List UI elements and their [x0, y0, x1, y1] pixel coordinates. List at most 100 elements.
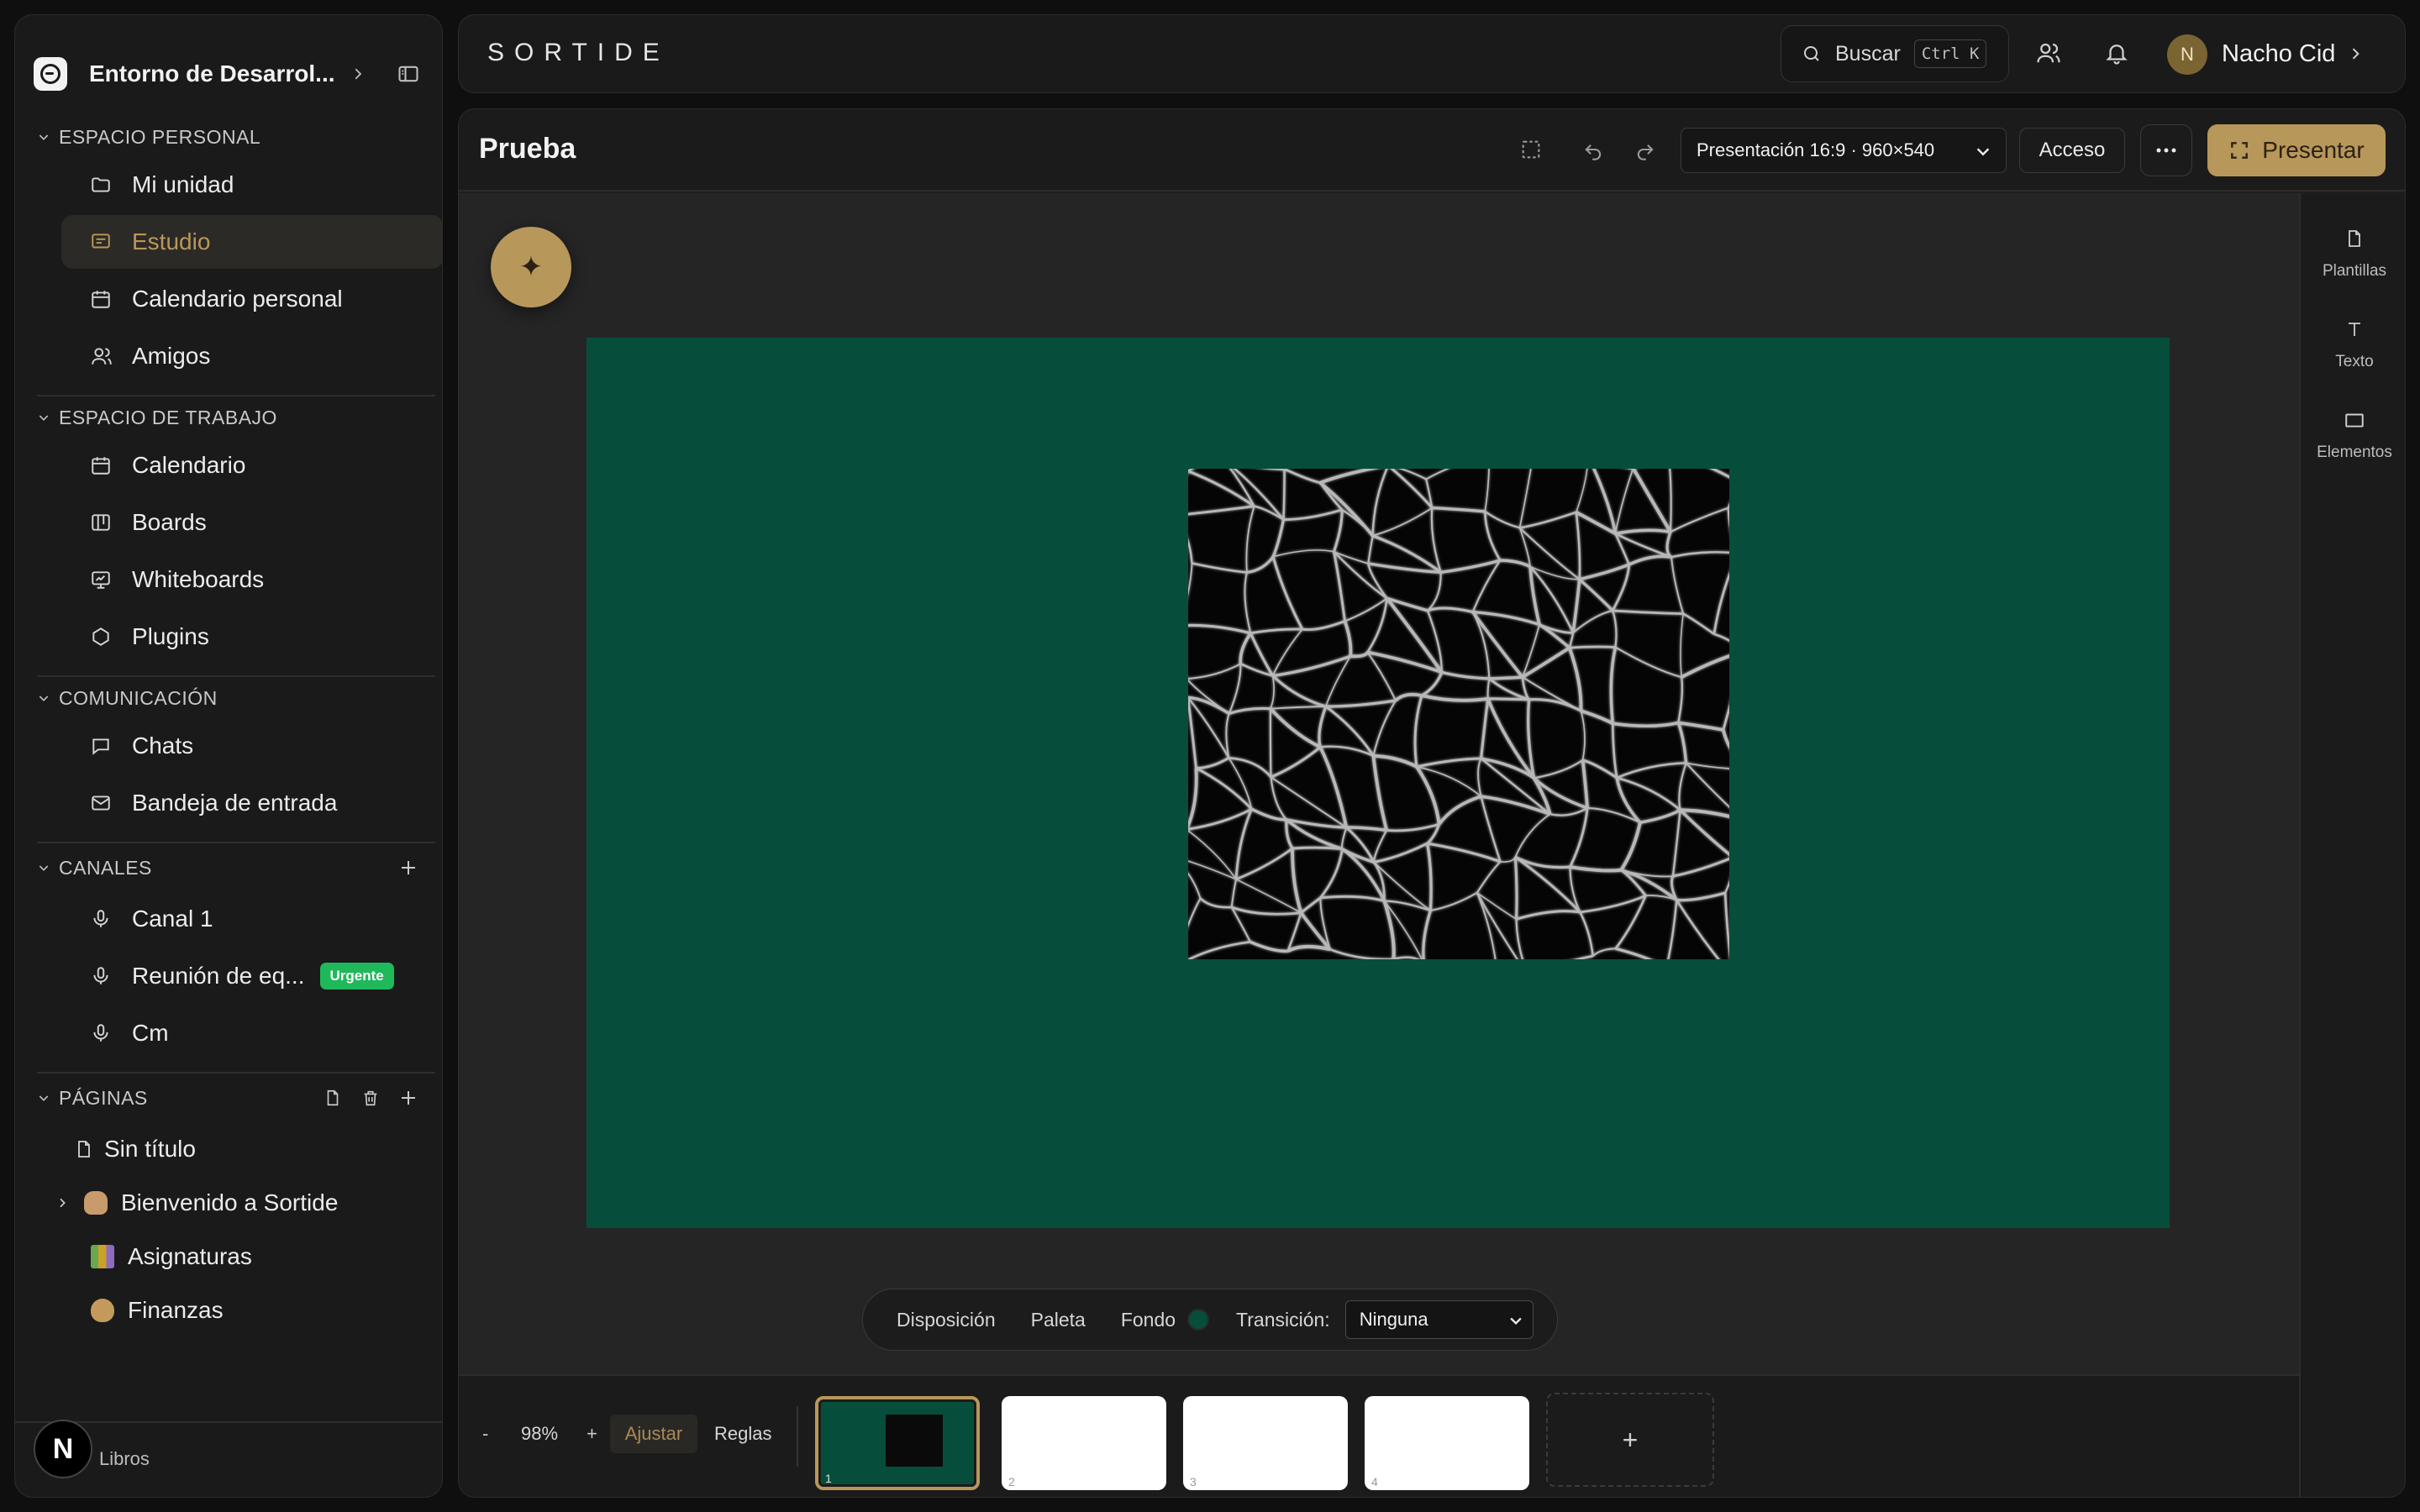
sidebar-item-calendario[interactable]: Calendario: [61, 438, 442, 492]
sidebar-item-chats[interactable]: Chats: [61, 719, 442, 773]
canvas-area[interactable]: ✦ Disposición Paleta Fondo Transición: N…: [459, 193, 2299, 1374]
present-button[interactable]: Presentar: [2207, 124, 2386, 176]
tool-label: Elementos: [2317, 444, 2392, 461]
palette-button[interactable]: Paleta: [1031, 1309, 1086, 1331]
users-icon[interactable]: [2036, 40, 2061, 66]
slide-image-water-caustics[interactable]: [1188, 469, 1729, 959]
sidebar-item-amigos[interactable]: Amigos: [61, 329, 442, 383]
divider: [797, 1406, 798, 1467]
rulers-button[interactable]: Reglas: [714, 1423, 771, 1445]
background-color-swatch[interactable]: [1187, 1309, 1210, 1331]
chevron-down-icon: [37, 130, 50, 144]
access-button[interactable]: Acceso: [2019, 128, 2125, 173]
section-title: ESPACIO PERSONAL: [59, 125, 261, 148]
page-item-sin-titulo[interactable]: Sin título: [74, 1124, 196, 1174]
sidebar-item-label: Calendario: [132, 452, 246, 478]
n-badge[interactable]: N: [34, 1420, 92, 1478]
slide-thumbnail[interactable]: 2: [1002, 1396, 1166, 1490]
sidebar-item-label: Boards: [132, 509, 207, 535]
slide-canvas[interactable]: [587, 338, 2170, 1228]
zoom-in-button[interactable]: +: [587, 1423, 597, 1445]
sidebar-item-estudio[interactable]: Estudio: [61, 215, 442, 269]
search-button[interactable]: Buscar Ctrl K: [1781, 25, 2009, 82]
document-title[interactable]: Prueba: [479, 133, 576, 165]
page-item-finanzas[interactable]: Finanzas: [91, 1285, 224, 1336]
footer-label[interactable]: Libros: [99, 1448, 150, 1470]
sidebar-item-reunion[interactable]: Reunión de eq... Urgente: [61, 949, 442, 1003]
chevron-down-icon: [37, 691, 50, 705]
add-channel-icon[interactable]: [397, 856, 420, 879]
sidebar-item-label: Calendario personal: [132, 286, 343, 312]
sidebar-item-calendario-personal[interactable]: Calendario personal: [61, 272, 442, 326]
layout-button[interactable]: Disposición: [897, 1309, 996, 1331]
workspace-header[interactable]: Entorno de Desarrol...: [34, 39, 424, 109]
fullscreen-icon: [2228, 139, 2250, 161]
chevron-right-icon[interactable]: [55, 1196, 69, 1210]
templates-tool[interactable]: Plantillas: [2301, 227, 2405, 281]
redo-icon[interactable]: [1634, 138, 1657, 161]
chevron-down-icon: [37, 1091, 50, 1105]
slide-thumbnail[interactable]: 3: [1183, 1396, 1348, 1490]
background-button[interactable]: Fondo: [1121, 1309, 1176, 1331]
undo-icon[interactable]: [1581, 138, 1605, 161]
brand-logo[interactable]: SORTIDE: [487, 39, 670, 67]
sidebar-item-boards[interactable]: Boards: [61, 496, 442, 549]
section-title: ESPACIO DE TRABAJO: [59, 406, 277, 428]
divider: [37, 842, 435, 843]
caustic-line: [1269, 708, 1272, 778]
slide-toolbar: Disposición Paleta Fondo Transición: Nin…: [862, 1289, 1558, 1351]
avatar[interactable]: N: [2167, 34, 2207, 75]
calendar-icon: [90, 454, 112, 476]
section-workspace[interactable]: ESPACIO DE TRABAJO: [37, 401, 277, 434]
select-area-icon[interactable]: [1519, 138, 1543, 161]
sidebar-item-mi-unidad[interactable]: Mi unidad: [61, 158, 442, 212]
slide-number: 3: [1190, 1475, 1197, 1488]
zoom-out-button[interactable]: -: [482, 1423, 488, 1445]
section-title: CANALES: [59, 856, 152, 879]
brand-text: SORTIDE: [487, 39, 670, 66]
elements-tool[interactable]: Elementos: [2301, 408, 2405, 462]
trash-icon[interactable]: [359, 1086, 382, 1110]
sidebar-collapse-icon[interactable]: [397, 62, 420, 86]
whiteboard-icon: [90, 569, 112, 591]
more-options-button[interactable]: [2140, 124, 2192, 176]
sidebar-item-label: Whiteboards: [132, 566, 265, 592]
sidebar-item-label: Bandeja de entrada: [132, 790, 338, 816]
text-tool[interactable]: Texto: [2301, 318, 2405, 371]
search-label: Buscar: [1835, 41, 1901, 66]
caustic-line: [1282, 469, 1286, 520]
sidebar-item-whiteboards[interactable]: Whiteboards: [61, 553, 442, 606]
page-item-asignaturas[interactable]: Asignaturas: [91, 1231, 252, 1282]
user-name[interactable]: Nacho Cid: [2222, 40, 2335, 68]
chevron-right-icon[interactable]: [2347, 45, 2364, 62]
bell-icon[interactable]: [2104, 40, 2129, 66]
folder-icon: [90, 174, 112, 196]
caustic-line: [1487, 697, 1529, 701]
sidebar-item-plugins[interactable]: Plugins: [61, 610, 442, 664]
fit-button[interactable]: Ajustar: [610, 1415, 697, 1453]
tool-label: Plantillas: [2322, 262, 2387, 280]
slide-thumbnail[interactable]: 4: [1365, 1396, 1529, 1490]
page-item-bienvenido[interactable]: Bienvenido a Sortide: [55, 1178, 338, 1228]
sidebar-item-bandeja[interactable]: Bandeja de entrada: [61, 776, 442, 830]
presentation-format-select[interactable]: Presentación 16:9 · 960×540: [1681, 128, 2007, 173]
text-icon: [2344, 318, 2365, 341]
section-pages[interactable]: PÁGINAS: [37, 1081, 148, 1115]
sidebar-item-label: Cm: [132, 1020, 169, 1046]
tool-label: Texto: [2335, 353, 2374, 370]
shapes-icon: [2344, 408, 2365, 432]
section-personal[interactable]: ESPACIO PERSONAL: [37, 120, 260, 154]
add-slide-button[interactable]: +: [1546, 1393, 1714, 1487]
sidebar-item-cm[interactable]: Cm: [61, 1006, 442, 1060]
sidebar-item-canal-1[interactable]: Canal 1: [61, 892, 442, 946]
add-page-icon[interactable]: [397, 1086, 420, 1110]
mic-icon: [90, 908, 112, 930]
workspace-name[interactable]: Entorno de Desarrol...: [89, 60, 335, 87]
chevron-right-icon[interactable]: [350, 66, 366, 81]
transition-select[interactable]: Ninguna: [1344, 1300, 1534, 1339]
new-page-icon[interactable]: [321, 1086, 345, 1110]
slide-thumbnail[interactable]: 1: [815, 1396, 980, 1490]
section-channels[interactable]: CANALES: [37, 851, 152, 885]
section-communication[interactable]: COMUNICACIÓN: [37, 681, 218, 715]
ai-assistant-button[interactable]: ✦: [491, 227, 571, 307]
